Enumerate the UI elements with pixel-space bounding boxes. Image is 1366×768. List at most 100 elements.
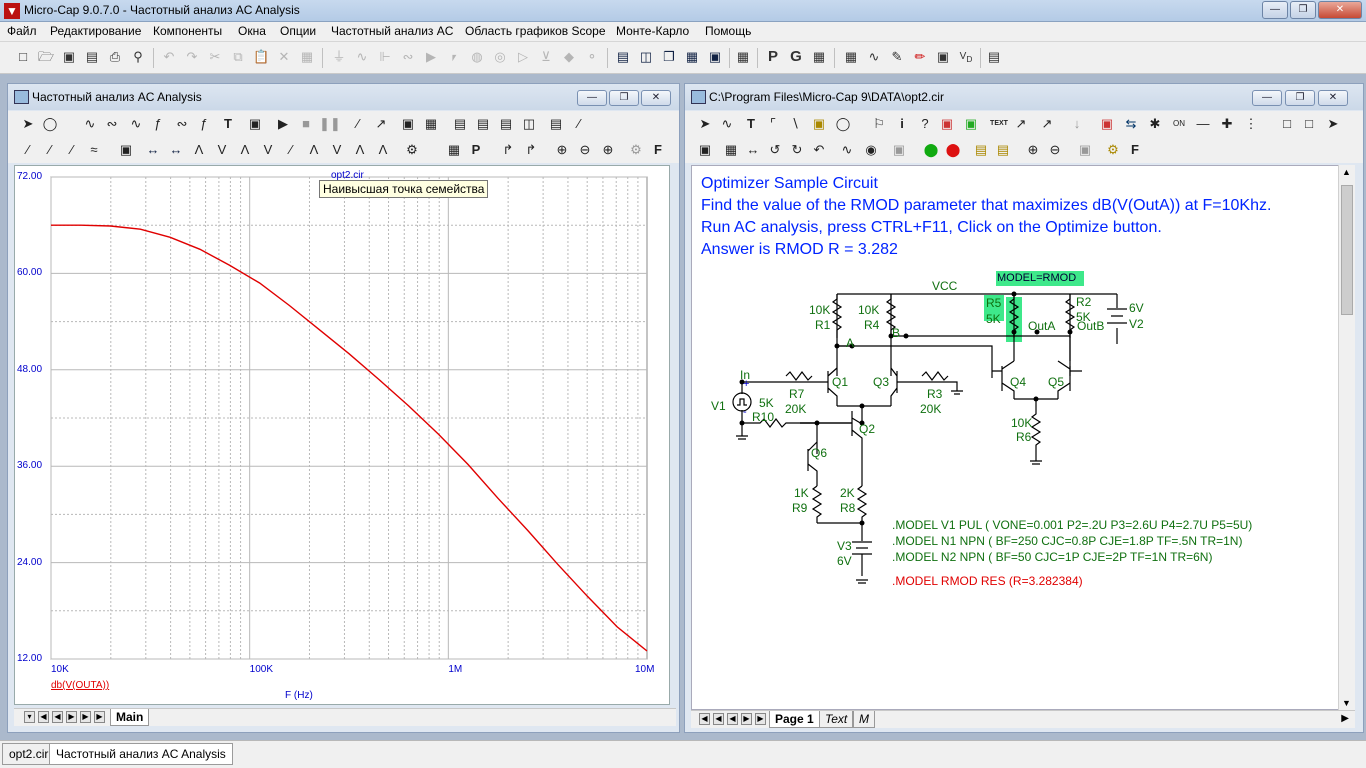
menu-help[interactable]: Помощь [705, 24, 751, 38]
grid-table-icon[interactable]: ▦ [810, 48, 828, 66]
resistor-icon[interactable]: ∿ [353, 48, 371, 66]
schematic-canvas[interactable]: Optimizer Sample Circuit Find the value … [691, 165, 1339, 710]
sch-comment-icon[interactable]: ▣ [889, 141, 909, 159]
diode-icon[interactable]: ▶ [422, 48, 440, 66]
sch-help-icon[interactable]: ? [915, 115, 935, 133]
layout4-icon[interactable]: ◫ [519, 115, 539, 133]
sch-minimize-icon[interactable]: — [1252, 90, 1282, 106]
menu-file[interactable]: Файл [7, 24, 37, 38]
sch-tool5-icon[interactable]: ⇆ [1121, 115, 1141, 133]
opamp-icon[interactable]: ▷ [514, 48, 532, 66]
capacitor-icon[interactable]: ⊩ [376, 48, 394, 66]
menu-windows[interactable]: Окна [238, 24, 266, 38]
trace4-icon[interactable]: ƒ [148, 115, 168, 133]
delete-icon[interactable]: ✕ [275, 48, 293, 66]
tab-main[interactable]: Main [110, 709, 150, 726]
trace-icon[interactable]: ∿ [80, 115, 100, 133]
battery-icon[interactable]: ⎖ [445, 48, 463, 66]
print-preview-icon[interactable]: ⚲ [129, 48, 147, 66]
nav-next-icon[interactable]: ▶ [66, 711, 77, 723]
bottom-icon[interactable]: Λ [373, 141, 393, 159]
nav-last-icon[interactable]: ▶ [80, 711, 91, 723]
cursor2-icon[interactable]: ∕ [40, 141, 60, 159]
sch-tool4-icon[interactable]: ▣ [1097, 115, 1117, 133]
sch-step-icon[interactable]: ↶ [809, 141, 829, 159]
probe-icon[interactable]: ✎ [888, 48, 906, 66]
sch-flip-icon[interactable]: ↔ [743, 141, 763, 159]
sch-nav-first-icon[interactable]: ◀ [699, 713, 710, 725]
sch-tool6-icon[interactable]: ✱ [1145, 115, 1165, 133]
calculator-icon[interactable]: ▦ [734, 48, 752, 66]
menu-scope[interactable]: Область графиков Scope [465, 24, 606, 38]
properties-icon[interactable]: ▣ [245, 115, 265, 133]
line-tool-icon[interactable]: ∕ [348, 115, 368, 133]
source-icon[interactable]: ⚬ [583, 48, 601, 66]
cascade-icon[interactable]: ❐ [660, 48, 678, 66]
sch-close-icon[interactable]: ✕ [1318, 90, 1348, 106]
tile-icon[interactable]: ▦ [683, 48, 701, 66]
valley-find-icon[interactable]: V [212, 141, 232, 159]
sch-find-icon[interactable]: ∿ [837, 141, 857, 159]
sch-camera-icon[interactable]: ▣ [1075, 141, 1095, 159]
save-icon[interactable]: ▣ [60, 48, 78, 66]
schematic-vscroll[interactable]: ▲ ▼ [1338, 165, 1355, 710]
sch-zoom-out-icon[interactable]: ⊖ [1045, 141, 1065, 159]
peak-find-icon[interactable]: Λ [189, 141, 209, 159]
sch-go-icon[interactable]: ⬤ [921, 141, 941, 159]
sch-wire-icon[interactable]: ∿ [717, 115, 737, 133]
sch-shape-icon[interactable]: ◯ [833, 115, 853, 133]
cursor3-icon[interactable]: ∕ [62, 141, 82, 159]
sch-settings-icon[interactable]: ⚙ [1103, 141, 1123, 159]
grid-icon[interactable]: ▦ [421, 115, 441, 133]
slope-icon[interactable]: ∕ [569, 115, 589, 133]
zoom-in-icon[interactable]: ⊕ [552, 141, 572, 159]
vth-icon[interactable]: VD [957, 48, 975, 66]
pen-icon[interactable]: ✏ [911, 48, 929, 66]
left-cursor-icon[interactable]: ↔ [143, 141, 163, 159]
ac-minimize-icon[interactable]: — [577, 90, 607, 106]
sch-rect-icon[interactable]: □ [1277, 115, 1297, 133]
save-all-icon[interactable]: ▤ [83, 48, 101, 66]
sch-stop-icon[interactable]: ⬤ [943, 141, 963, 159]
trace-label[interactable]: db(V(OUTA)) [51, 680, 109, 691]
sch-point-icon[interactable]: ▣ [937, 115, 957, 133]
scroll-up-icon[interactable]: ▲ [1342, 167, 1351, 177]
g-key-icon[interactable]: G [787, 48, 805, 66]
scale-icon[interactable]: ◯ [40, 115, 60, 133]
node-icon[interactable]: ◆ [560, 48, 578, 66]
menu-components[interactable]: Компоненты [153, 24, 222, 38]
binoculars-icon[interactable]: ◉ [861, 141, 881, 159]
trace5-icon[interactable]: ∾ [172, 115, 192, 133]
sch-text-icon[interactable]: T [741, 115, 761, 133]
sch-zoom-in-icon[interactable]: ⊕ [1023, 141, 1043, 159]
doc-tab-opt2[interactable]: opt2.cir [2, 743, 56, 765]
sch-font-icon[interactable]: F [1125, 141, 1145, 159]
stop-icon[interactable]: ■ [296, 115, 316, 133]
ac-restore-icon[interactable]: ❐ [609, 90, 639, 106]
label-icon[interactable]: P [466, 141, 486, 159]
sch-rect2-icon[interactable]: □ [1299, 115, 1319, 133]
peak-icon[interactable]: ▣ [116, 141, 136, 159]
sch-tool1-icon[interactable]: ↗ [1011, 115, 1031, 133]
layout5-icon[interactable]: ▤ [546, 115, 566, 133]
sch-component-icon[interactable]: ▣ [809, 115, 829, 133]
plot-area[interactable]: opt2.cir Наивысшая точка семейства 72.00… [14, 165, 670, 705]
sch-page2-icon[interactable]: ▤ [993, 141, 1013, 159]
pnp-icon[interactable]: ◎ [491, 48, 509, 66]
ground-icon[interactable]: ⏚ [330, 48, 348, 66]
doc-tab-ac-analysis[interactable]: Частотный анализ AC Analysis [49, 743, 233, 765]
minimize-icon[interactable]: — [1262, 1, 1288, 19]
inflection-icon[interactable]: ∕ [281, 141, 301, 159]
menu-ac-analysis[interactable]: Частотный анализ AC [331, 24, 453, 38]
npn-icon[interactable]: ◍ [468, 48, 486, 66]
go-icon[interactable]: ⚙ [402, 141, 422, 159]
sch-move-icon[interactable]: ▦ [721, 141, 741, 159]
font-icon[interactable]: F [648, 141, 668, 159]
right-cursor-icon[interactable]: ↔ [166, 141, 186, 159]
cursor4-icon[interactable]: ≈ [84, 141, 104, 159]
layout2-icon[interactable]: ▤ [473, 115, 493, 133]
layout3-icon[interactable]: ▤ [496, 115, 516, 133]
sch-dots-icon[interactable]: ⋮ [1241, 115, 1261, 133]
waveform-icon[interactable]: ∿ [865, 48, 883, 66]
nav-prev-icon[interactable]: ◀ [52, 711, 63, 723]
